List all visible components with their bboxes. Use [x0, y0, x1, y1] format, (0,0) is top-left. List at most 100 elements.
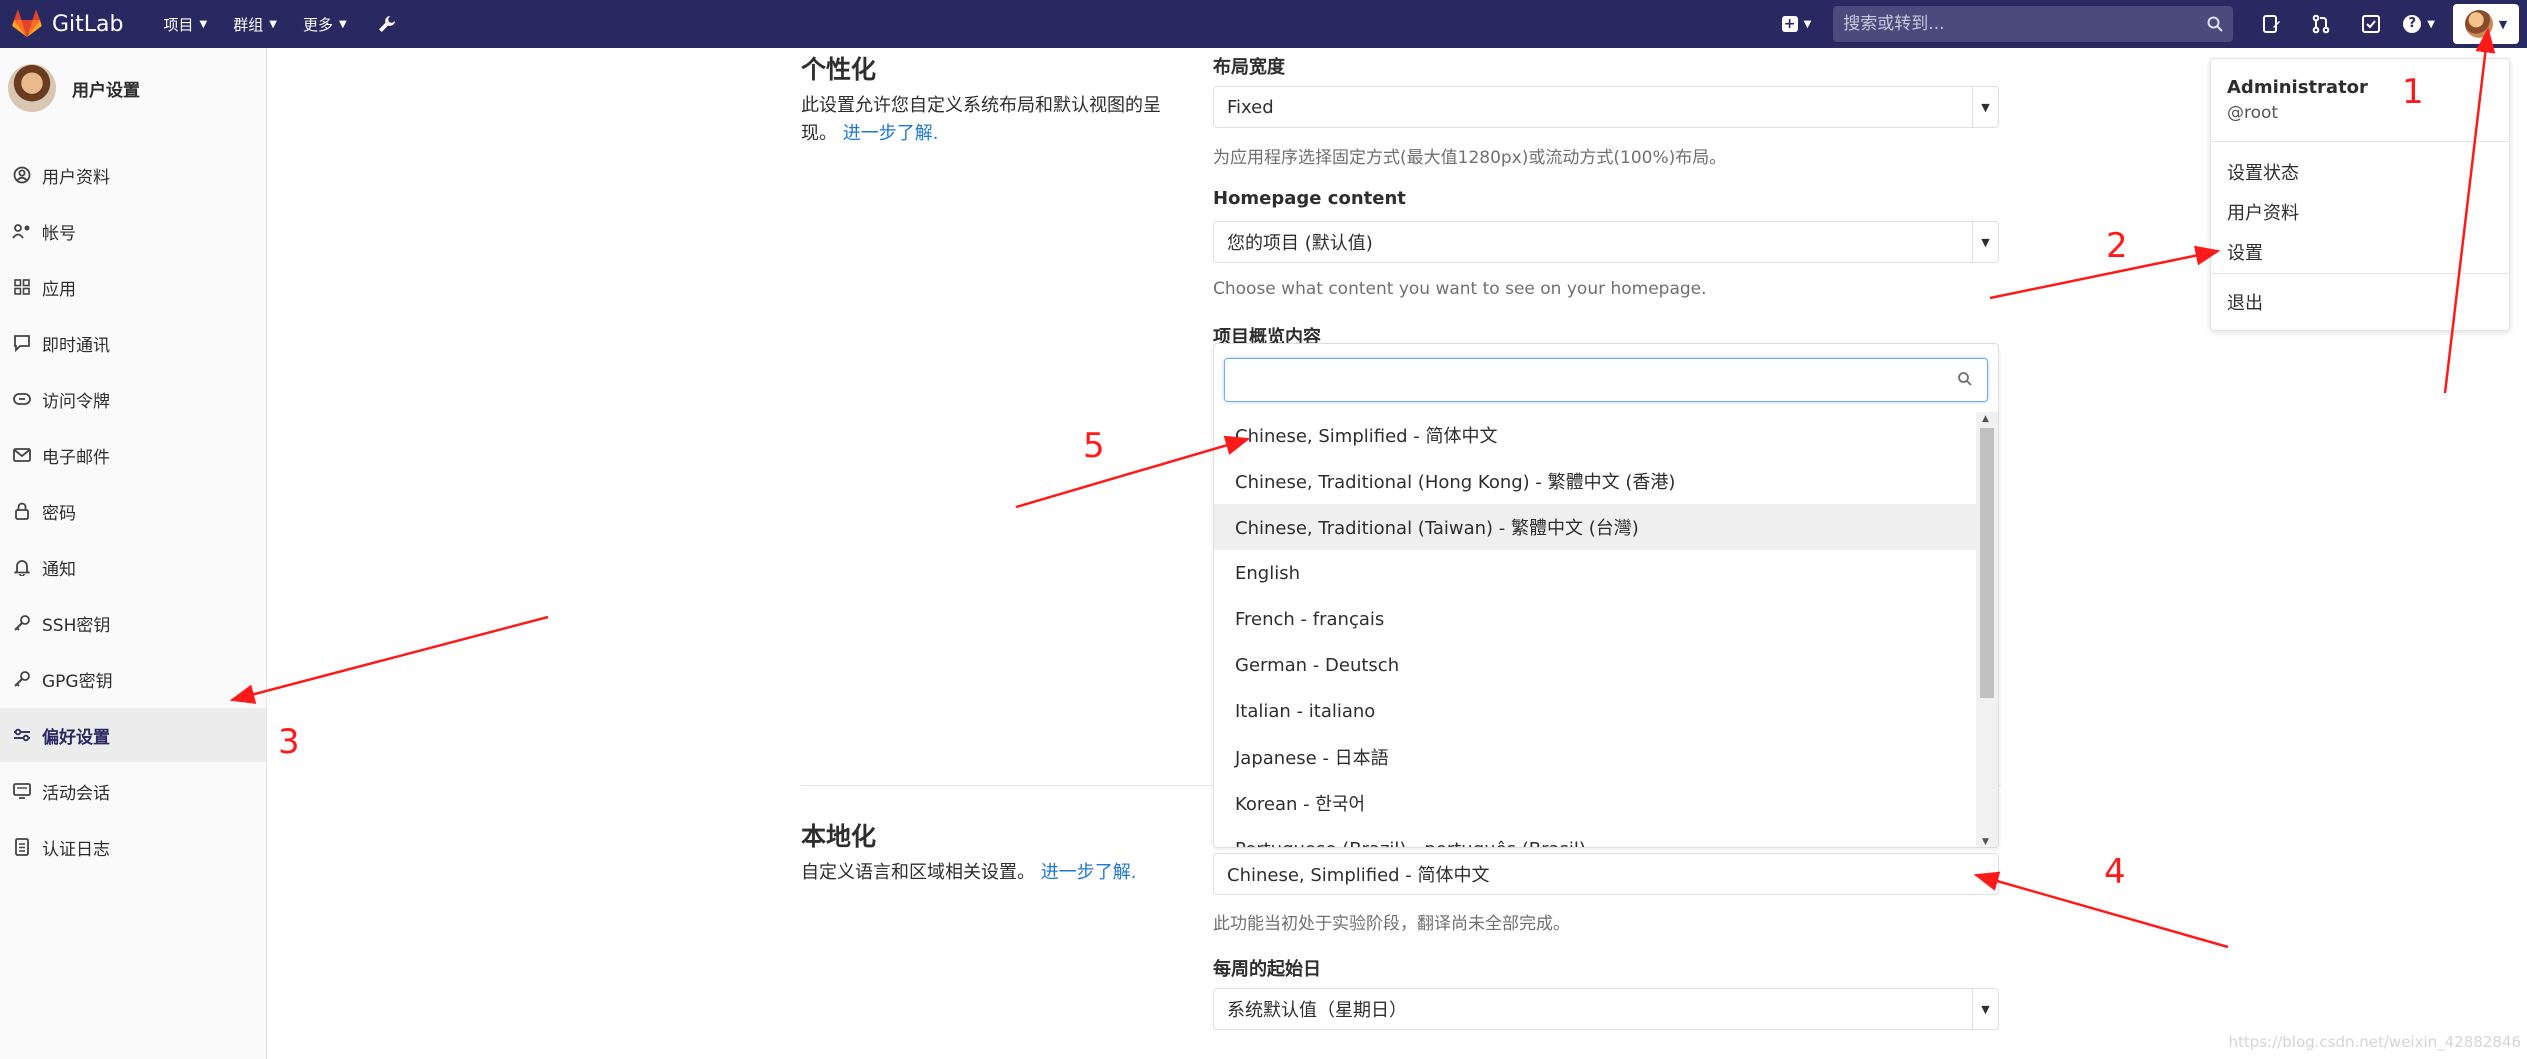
- layout-width-select[interactable]: Fixed ▼: [1213, 86, 1999, 128]
- watermark-text: https://blog.csdn.net/weixin_42882846: [2228, 1033, 2521, 1051]
- sidebar-item-gpg-keys[interactable]: GPG密钥: [0, 652, 266, 706]
- lock-icon: [12, 501, 32, 521]
- nav-groups-label: 群组: [233, 15, 264, 34]
- sidebar-item-access-tokens[interactable]: 访问令牌: [0, 372, 266, 426]
- nav-projects-menu[interactable]: 项目 ▼: [164, 14, 208, 35]
- localization-description: 自定义语言和区域相关设置。 进一步了解.: [801, 859, 1201, 887]
- homepage-content-select[interactable]: 您的项目 (默认值) ▼: [1213, 221, 1999, 263]
- language-option[interactable]: English: [1214, 550, 1976, 596]
- language-option[interactable]: Japanese - 日本語: [1214, 734, 1976, 780]
- menu-sign-out[interactable]: 退出: [2227, 289, 2263, 315]
- personalize-learn-more-link[interactable]: 进一步了解.: [843, 123, 939, 144]
- menu-set-status[interactable]: 设置状态: [2227, 159, 2299, 185]
- sidebar-item-applications[interactable]: 应用: [0, 260, 266, 314]
- nav-more-menu[interactable]: 更多 ▼: [303, 14, 347, 35]
- language-option[interactable]: Chinese, Traditional (Taiwan) - 繁體中文 (台灣…: [1214, 504, 1976, 550]
- language-option[interactable]: Italian - italiano: [1214, 688, 1976, 734]
- annotation-number: 3: [278, 722, 300, 762]
- scroll-up-arrow-icon[interactable]: ▲: [1982, 414, 1989, 424]
- sidebar-item-label: 应用: [42, 279, 76, 300]
- sidebar-item-active-sessions[interactable]: 活动会话: [0, 764, 266, 818]
- sidebar-item-notifications[interactable]: 通知: [0, 540, 266, 594]
- first-day-of-week-value: 系统默认值（星期日）: [1227, 1000, 1407, 1021]
- homepage-content-help: Choose what content you want to see on y…: [1213, 279, 1707, 299]
- sidebar-item-label: 通知: [42, 559, 76, 580]
- sidebar-item-label: 用户资料: [42, 167, 110, 188]
- sidebar-item-emails[interactable]: 电子邮件: [0, 428, 266, 482]
- language-option[interactable]: German - Deutsch: [1214, 642, 1976, 688]
- grid-icon: [12, 277, 32, 297]
- chevron-down-icon: ▼: [1972, 87, 1998, 127]
- gitlab-tanuki-icon: [12, 10, 42, 37]
- language-option[interactable]: French - français: [1214, 596, 1976, 642]
- avatar: [2464, 10, 2493, 38]
- search-icon: [2207, 16, 2224, 32]
- nav-more-label: 更多: [302, 15, 333, 34]
- sidebar-item-ssh-keys[interactable]: SSH密钥: [0, 596, 266, 650]
- localization-learn-more-link[interactable]: 进一步了解.: [1041, 862, 1137, 883]
- language-option[interactable]: Chinese, Simplified - 简体中文: [1214, 412, 1976, 458]
- chat-icon: [12, 333, 32, 353]
- sidebar-item-label: 认证日志: [42, 839, 110, 860]
- language-option[interactable]: Portuguese (Brazil) - português (Brasil): [1214, 826, 1976, 848]
- user-display-name[interactable]: Administrator: [2227, 77, 2368, 98]
- issues-nav-button[interactable]: [2253, 6, 2289, 42]
- menu-divider: [2211, 141, 2509, 142]
- account-icon: [12, 221, 32, 241]
- user-avatar-dropdown[interactable]: ▼: [2453, 4, 2519, 44]
- language-value: Chinese, Simplified - 简体中文: [1227, 865, 1490, 886]
- localization-desc-text: 自定义语言和区域相关设置。: [801, 862, 1035, 883]
- menu-divider: [2211, 273, 2509, 274]
- key-icon: [12, 669, 32, 689]
- layout-width-label: 布局宽度: [1213, 57, 1285, 78]
- sidebar-item-preferences[interactable]: 偏好设置: [0, 708, 266, 762]
- sidebar-header[interactable]: 用户设置: [0, 48, 266, 128]
- annotation-number: 4: [2104, 852, 2126, 892]
- annotation-arrow: [1973, 871, 2229, 949]
- brand-name: GitLab: [52, 11, 124, 37]
- language-help: 此功能当初处于实验阶段，翻译尚未全部完成。: [1213, 914, 1570, 934]
- sidebar-item-account[interactable]: 帐号: [0, 204, 266, 258]
- sidebar-item-label: 活动会话: [42, 783, 110, 804]
- personalize-description: 此设置允许您自定义系统布局和默认视图的呈现。 进一步了解.: [801, 92, 1171, 148]
- new-item-dropdown[interactable]: + ▼: [1781, 16, 1812, 32]
- language-option[interactable]: Korean - 한국어: [1214, 780, 1976, 826]
- chevron-down-icon: ▼: [338, 18, 347, 30]
- homepage-content-label: Homepage content: [1213, 188, 1406, 209]
- todos-nav-button[interactable]: [2353, 6, 2389, 42]
- dropdown-scrollbar[interactable]: ▲ ▼: [1976, 412, 1998, 847]
- first-day-of-week-select[interactable]: 系统默认值（星期日） ▼: [1213, 988, 1999, 1030]
- gitlab-logo[interactable]: GitLab: [12, 10, 124, 38]
- language-select[interactable]: Chinese, Simplified - 简体中文: [1213, 853, 1999, 895]
- search-input[interactable]: [1843, 14, 2208, 34]
- menu-profile[interactable]: 用户资料: [2227, 199, 2299, 225]
- help-dropdown[interactable]: ? ▼: [2403, 15, 2435, 33]
- merge-requests-nav-button[interactable]: [2303, 6, 2339, 42]
- sidebar-item-password[interactable]: 密码: [0, 484, 266, 538]
- scroll-down-arrow-icon[interactable]: ▼: [1982, 837, 1989, 847]
- sidebar-item-profile[interactable]: 用户资料: [0, 148, 266, 202]
- nav-groups-menu[interactable]: 群组 ▼: [233, 14, 277, 35]
- sidebar-item-auth-log[interactable]: 认证日志: [0, 820, 266, 874]
- chevron-down-icon: ▼: [1803, 18, 1812, 30]
- nav-projects-label: 项目: [163, 15, 194, 34]
- global-search[interactable]: [1833, 6, 2234, 42]
- merge-request-icon: [2312, 14, 2330, 34]
- admin-area-link[interactable]: [377, 14, 397, 35]
- menu-settings[interactable]: 设置: [2227, 239, 2263, 265]
- sidebar-item-chat[interactable]: 即时通讯: [0, 316, 266, 370]
- chevron-down-icon: ▼: [1972, 989, 1998, 1029]
- annotation-arrow: [1989, 245, 2221, 300]
- scrollbar-thumb[interactable]: [1980, 428, 1994, 698]
- annotation-number: 2: [2106, 226, 2128, 266]
- sidebar-title: 用户设置: [72, 80, 140, 101]
- language-option[interactable]: Chinese, Traditional (Hong Kong) - 繁體中文 …: [1214, 458, 1976, 504]
- sidebar-item-label: 即时通讯: [42, 335, 110, 356]
- sidebar-item-label: 帐号: [42, 223, 76, 244]
- bell-icon: [12, 557, 32, 577]
- personalize-title: 个性化: [801, 55, 877, 84]
- user-menu-dropdown: Administrator @root 设置状态 用户资料 设置 退出: [2210, 58, 2510, 331]
- dropdown-search-input[interactable]: [1224, 358, 1988, 402]
- plus-icon: +: [1781, 16, 1798, 32]
- chevron-down-icon: ▼: [269, 18, 277, 30]
